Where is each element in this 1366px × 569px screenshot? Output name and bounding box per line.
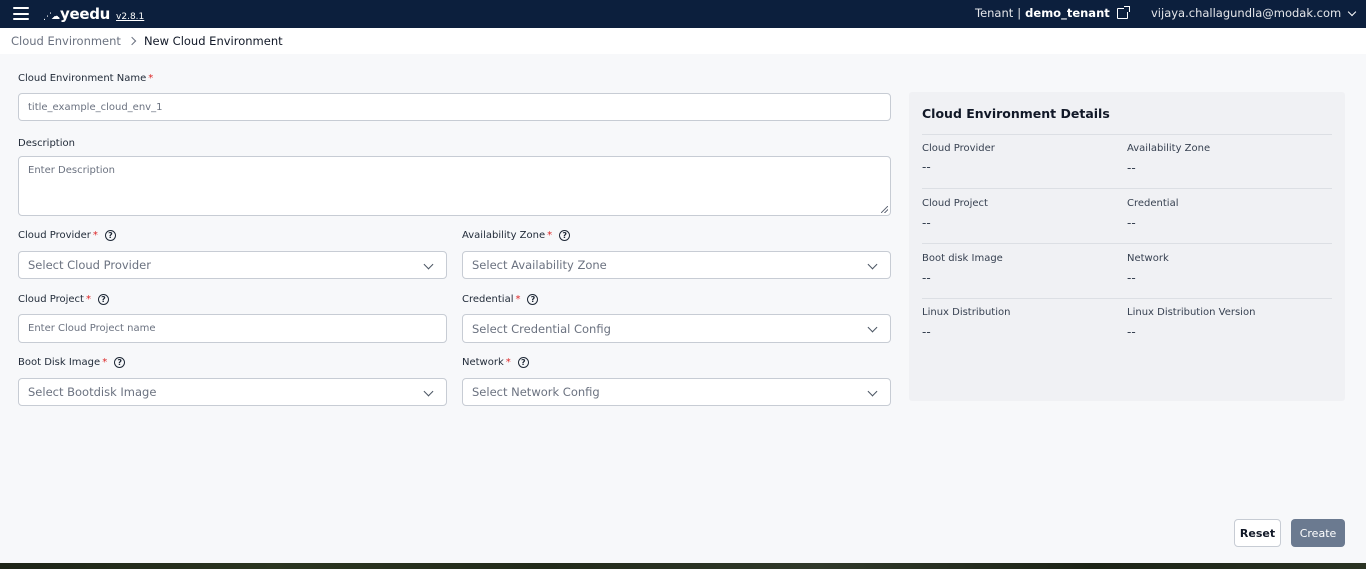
detail-value-linux-distribution: -- [922, 325, 931, 339]
cloud-provider-label: Cloud Provider * ? [18, 230, 116, 241]
availability-zone-label: Availability Zone * ? [462, 230, 571, 241]
reset-button[interactable]: Reset [1234, 519, 1281, 547]
detail-value-network: -- [1127, 271, 1136, 285]
cloud-environment-details-panel: Cloud Environment Details Cloud Provider… [909, 92, 1345, 401]
required-marker: * [92, 230, 98, 241]
top-nav-bar: ⋰☁ yeedu v2.8.1 Tenant | demo_tenant vij… [0, 0, 1366, 28]
description-textarea[interactable]: Enter Description [18, 156, 891, 216]
chevron-down-icon [423, 259, 434, 270]
required-marker: * [85, 294, 91, 305]
required-marker: * [148, 73, 154, 84]
breadcrumb-cloud-environment[interactable]: Cloud Environment [11, 34, 121, 48]
cloud-provider-select[interactable]: Select Cloud Provider [18, 251, 447, 279]
cloud-provider-label-text: Cloud Provider [18, 230, 91, 241]
boot-disk-image-value: Select Bootdisk Image [28, 385, 157, 399]
help-icon[interactable]: ? [114, 357, 126, 368]
description-label: Description [18, 138, 75, 149]
chevron-down-icon [423, 386, 434, 397]
user-email: vijaya.challagundla@modak.com [1151, 6, 1342, 20]
description-label-text: Description [18, 138, 75, 149]
divider [922, 188, 1332, 189]
detail-value-cloud-project: -- [922, 216, 931, 230]
cloud-project-input[interactable]: Enter Cloud Project name [18, 314, 447, 343]
resize-handle-icon[interactable] [881, 206, 888, 213]
detail-key-linux-distribution: Linux Distribution [922, 307, 1011, 318]
external-link-icon[interactable] [1116, 5, 1130, 19]
logo[interactable]: ⋰☁ yeedu v2.8.1 [43, 5, 144, 23]
breadcrumb: Cloud Environment New Cloud Environment [0, 28, 1366, 54]
cloud-provider-value: Select Cloud Provider [28, 258, 151, 272]
help-icon[interactable]: ? [517, 357, 529, 368]
chevron-down-icon [867, 386, 878, 397]
network-value: Select Network Config [472, 385, 600, 399]
background-strip [0, 563, 1366, 569]
availability-zone-select[interactable]: Select Availability Zone [462, 251, 891, 279]
boot-disk-image-label-text: Boot Disk Image [18, 357, 101, 368]
detail-key-boot-disk-image: Boot disk Image [922, 253, 1003, 264]
description-placeholder: Enter Description [28, 165, 115, 176]
name-label-text: Cloud Environment Name [18, 73, 147, 84]
detail-value-cloud-provider: -- [922, 160, 931, 174]
detail-value-linux-distribution-version: -- [1127, 325, 1136, 339]
detail-key-cloud-project: Cloud Project [922, 198, 988, 209]
network-select[interactable]: Select Network Config [462, 378, 891, 406]
details-title: Cloud Environment Details [922, 106, 1110, 121]
name-label: Cloud Environment Name * [18, 73, 153, 84]
required-marker: * [547, 230, 553, 241]
menu-icon[interactable] [13, 7, 29, 20]
boot-disk-image-label: Boot Disk Image * ? [18, 357, 126, 368]
credential-select[interactable]: Select Credential Config [462, 314, 891, 343]
network-label: Network * ? [462, 357, 529, 368]
chevron-down-icon[interactable] [1347, 7, 1357, 16]
help-icon[interactable]: ? [527, 294, 539, 305]
version-link[interactable]: v2.8.1 [116, 12, 144, 22]
cloud-project-label-text: Cloud Project [18, 294, 84, 305]
detail-value-credential: -- [1127, 216, 1136, 230]
required-marker: * [102, 357, 108, 368]
help-icon[interactable]: ? [559, 230, 571, 241]
tenant-name: demo_tenant [1025, 6, 1110, 20]
help-icon[interactable]: ? [97, 294, 109, 305]
divider [922, 134, 1332, 135]
divider [922, 243, 1332, 244]
detail-key-linux-distribution-version: Linux Distribution Version [1127, 307, 1256, 318]
create-button[interactable]: Create [1291, 519, 1345, 547]
cloud-project-placeholder: Enter Cloud Project name [28, 323, 156, 334]
detail-key-credential: Credential [1127, 198, 1179, 209]
credential-value: Select Credential Config [472, 321, 611, 336]
logo-cloud-icon: ⋰☁ [43, 12, 60, 22]
detail-key-availability-zone: Availability Zone [1127, 143, 1211, 154]
cloud-project-label: Cloud Project * ? [18, 294, 109, 305]
detail-value-boot-disk-image: -- [922, 271, 931, 285]
detail-key-cloud-provider: Cloud Provider [922, 143, 995, 154]
help-icon[interactable]: ? [104, 230, 116, 241]
availability-zone-label-text: Availability Zone [462, 230, 546, 241]
credential-label: Credential * ? [462, 294, 539, 305]
chevron-down-icon [867, 322, 878, 333]
divider [922, 298, 1332, 299]
cloud-environment-name-input[interactable]: title_example_cloud_env_1 [18, 93, 891, 121]
required-marker: * [505, 357, 511, 368]
network-label-text: Network [462, 357, 504, 368]
chevron-right-icon [127, 36, 137, 46]
name-placeholder: title_example_cloud_env_1 [28, 101, 163, 113]
chevron-down-icon [867, 259, 878, 270]
credential-label-text: Credential [462, 294, 514, 305]
tenant-indicator[interactable]: Tenant | demo_tenant [975, 5, 1130, 20]
tenant-label: Tenant [975, 6, 1014, 20]
required-marker: * [515, 294, 521, 305]
breadcrumb-current: New Cloud Environment [143, 34, 283, 48]
logo-text: yeedu [60, 5, 111, 23]
availability-zone-value: Select Availability Zone [472, 258, 607, 272]
user-menu[interactable]: vijaya.challagundla@modak.com [1151, 6, 1357, 20]
boot-disk-image-select[interactable]: Select Bootdisk Image [18, 378, 447, 406]
tenant-separator: | [1017, 6, 1022, 20]
detail-key-network: Network [1127, 253, 1169, 264]
detail-value-availability-zone: -- [1127, 161, 1136, 175]
